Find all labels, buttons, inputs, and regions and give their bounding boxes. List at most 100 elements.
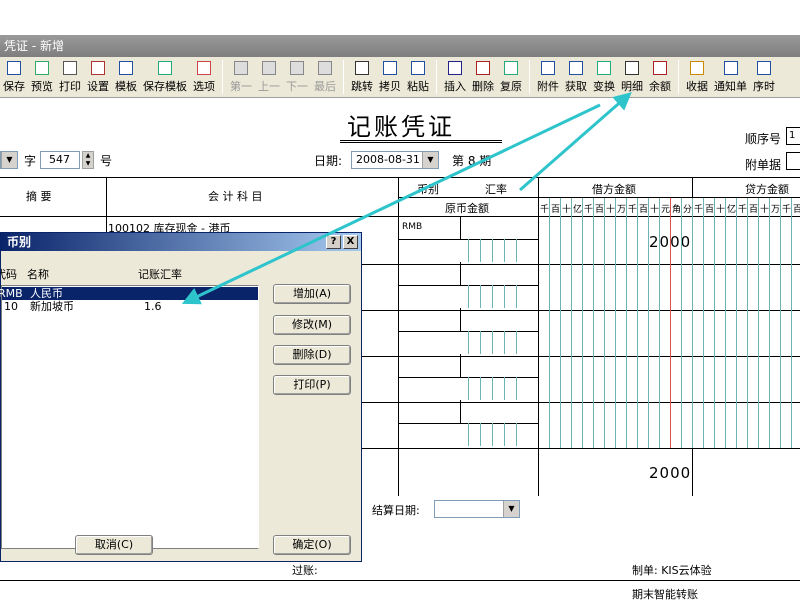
- orig-amount-tick: [468, 285, 469, 308]
- col-name-header: 名称: [27, 268, 49, 281]
- edit-button[interactable]: 修改(M): [273, 315, 351, 335]
- toolbar-button-settings[interactable]: 设置: [84, 56, 112, 97]
- toolbar-button-fetch[interactable]: 获取: [562, 56, 590, 97]
- seq-label: 顺序号: [745, 132, 782, 146]
- toolbar-button-label: 插入: [444, 80, 466, 93]
- window-title: 凭证 - 新增: [4, 39, 64, 53]
- currency-cell-divider: [460, 308, 461, 331]
- ok-button[interactable]: 确定(O): [273, 535, 351, 555]
- date-label: 日期:: [314, 154, 343, 168]
- toolbar-button-restore[interactable]: 复原: [497, 56, 525, 97]
- toolbar-button-label: 最后: [314, 80, 336, 93]
- fetch-icon: [569, 61, 583, 75]
- toolbar-separator: [343, 60, 344, 94]
- toolbar-button-copy[interactable]: 拷贝: [376, 56, 404, 97]
- attachment-label: 附单据: [745, 158, 782, 172]
- chevron-down-icon[interactable]: ▼: [422, 152, 438, 168]
- debit-unit-label: 亿: [573, 205, 583, 215]
- orig-amount-tick: [492, 331, 493, 354]
- grid-header-line: [0, 216, 800, 217]
- orig-amount-tick: [480, 423, 481, 446]
- credit-unit-line: [725, 198, 726, 448]
- settings-icon: [91, 61, 105, 75]
- toolbar-button-label: 打印: [59, 80, 81, 93]
- dialog-title-bar: 币别: [1, 233, 361, 251]
- debit-unit-line: [648, 198, 649, 448]
- toolbar-button-paste[interactable]: 粘贴: [404, 56, 432, 97]
- credit-unit-label: 千: [782, 205, 792, 215]
- row1-currency[interactable]: RMB: [402, 222, 422, 232]
- toolbar-button-options[interactable]: 选项: [190, 56, 218, 97]
- options-icon: [197, 61, 211, 75]
- credit-unit-label: 十: [716, 205, 726, 215]
- toolbar-button-chronological[interactable]: 序时: [750, 56, 778, 97]
- toolbar-button-balance[interactable]: 余额: [646, 56, 674, 97]
- close-icon[interactable]: X: [343, 235, 358, 249]
- dialog-title: 币别: [7, 235, 32, 249]
- debit-unit-line: [681, 198, 682, 448]
- toolbar-button-detail[interactable]: 明细: [618, 56, 646, 97]
- toolbar-separator: [436, 60, 437, 94]
- help-icon[interactable]: ?: [326, 235, 341, 249]
- list-item[interactable]: 10 新加坡币 1.6: [2, 300, 258, 313]
- settle-date-picker[interactable]: ▼: [434, 500, 520, 518]
- toolbar-button-save-template[interactable]: 保存模板: [140, 56, 190, 97]
- voucher-title-underline: [340, 140, 502, 143]
- credit-unit-line: [747, 198, 748, 448]
- date-picker[interactable]: 2008-08-31 ▼: [351, 151, 439, 169]
- cancel-button[interactable]: 取消(C): [75, 535, 153, 555]
- orig-amount-tick: [468, 331, 469, 354]
- debit-unit-line: [582, 198, 583, 448]
- add-button[interactable]: 增加(A): [273, 284, 351, 304]
- toolbar-button-notice[interactable]: 通知单: [711, 56, 750, 97]
- toolbar-button-template[interactable]: 模板: [112, 56, 140, 97]
- orig-amount-tick: [492, 423, 493, 446]
- toolbar-button-label: 删除: [472, 80, 494, 93]
- total-debit-amount: 2000: [649, 464, 692, 482]
- orig-amount-tick: [480, 239, 481, 262]
- voucher-word-combo[interactable]: ▼: [0, 151, 18, 169]
- detail-icon: [625, 61, 639, 75]
- debit-unit-line: [593, 198, 594, 448]
- toolbar-button-label: 下一: [286, 80, 308, 93]
- chevron-down-icon[interactable]: ▼: [1, 152, 17, 168]
- print-button[interactable]: 打印(P): [273, 375, 351, 395]
- credit-unit-label: 十: [760, 205, 770, 215]
- seq-field[interactable]: 1: [786, 127, 800, 145]
- toolbar-button-label: 附件: [537, 80, 559, 93]
- period-end-transfer-link[interactable]: 期末智能转账: [632, 586, 698, 600]
- jump-icon: [355, 61, 369, 75]
- currency-cell-divider: [460, 400, 461, 423]
- first-icon: [234, 61, 248, 75]
- toolbar-button-label: 选项: [193, 80, 215, 93]
- toolbar-button-delete[interactable]: 删除: [469, 56, 497, 97]
- toolbar-button-label: 复原: [500, 80, 522, 93]
- orig-amount-tick: [516, 285, 517, 308]
- orig-amount-tick: [504, 377, 505, 400]
- chevron-down-icon[interactable]: ▼: [503, 501, 519, 517]
- delete-button[interactable]: 删除(D): [273, 345, 351, 365]
- number-spinner[interactable]: ▲ ▼: [82, 151, 94, 169]
- voucher-number-field[interactable]: 547: [40, 151, 80, 169]
- toolbar-button-label: 通知单: [714, 80, 747, 93]
- toolbar-button-preview[interactable]: 预览: [28, 56, 56, 97]
- currency-list[interactable]: RMB 人民币 10 新加坡币 1.6: [0, 285, 259, 549]
- list-item[interactable]: RMB 人民币: [0, 287, 258, 300]
- orig-amount-tick: [492, 285, 493, 308]
- orig-amount-tick: [516, 331, 517, 354]
- toolbar-button-label: 保存模板: [143, 80, 187, 93]
- attachment-field[interactable]: [786, 152, 800, 170]
- toolbar-button-attachment[interactable]: 附件: [534, 56, 562, 97]
- credit-unit-label: 千: [694, 205, 704, 215]
- toolbar-button-last: 最后: [311, 56, 339, 97]
- debit-unit-line: [549, 198, 550, 448]
- toolbar-button-insert[interactable]: 插入: [441, 56, 469, 97]
- toolbar-button-save[interactable]: 保存: [0, 56, 28, 97]
- toolbar-button-label: 模板: [115, 80, 137, 93]
- toolbar-button-print[interactable]: 打印: [56, 56, 84, 97]
- credit-unit-label: 亿: [727, 205, 737, 215]
- toolbar-button-jump[interactable]: 跳转: [348, 56, 376, 97]
- toolbar-button-transform[interactable]: 变换: [590, 56, 618, 97]
- toolbar-button-receipt[interactable]: 收据: [683, 56, 711, 97]
- debit-unit-label: 千: [628, 205, 638, 215]
